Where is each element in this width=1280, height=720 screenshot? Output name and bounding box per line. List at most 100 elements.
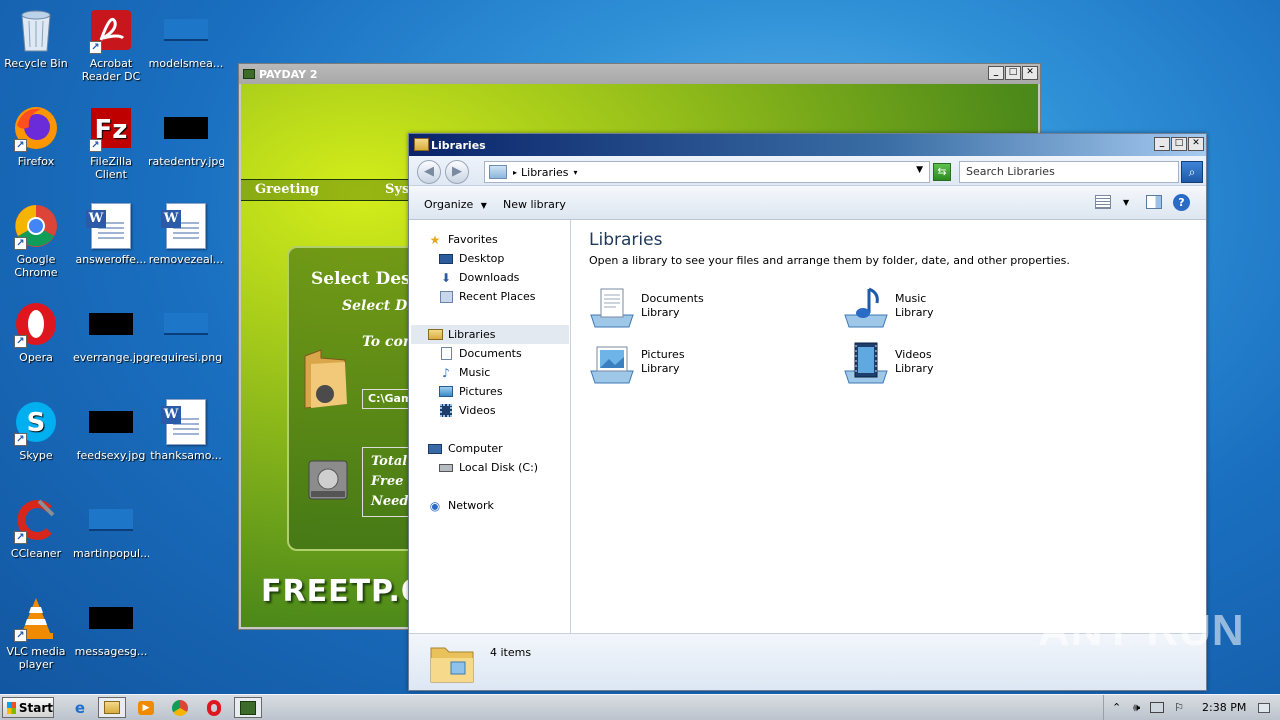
breadcrumb-arrow-icon: ▸ xyxy=(513,167,518,177)
desktop-icon-chrome[interactable]: ↗ Google Chrome xyxy=(0,202,74,279)
desktop-icon-ccleaner[interactable]: ↗ CCleaner xyxy=(0,496,74,560)
taskbar: Start e ▶ ⌃ 🕪 ⚐ 2:38 PM xyxy=(0,694,1280,720)
opera-icon: ↗ xyxy=(12,300,60,348)
taskbar-explorer-icon[interactable] xyxy=(98,697,126,718)
clock[interactable]: 2:38 PM xyxy=(1202,701,1246,714)
taskbar-opera-icon[interactable] xyxy=(200,697,228,718)
desktop-icon-feedsexy[interactable]: feedsexy.jpg xyxy=(73,398,149,462)
library-music[interactable]: Music Library xyxy=(843,284,1073,328)
library-type: Library xyxy=(895,362,934,375)
nav-favorites[interactable]: ★ Favorites xyxy=(427,230,585,249)
view-dropdown-icon[interactable]: ▼ xyxy=(1123,198,1129,207)
downloads-icon: ⬇ xyxy=(440,270,452,285)
navigation-pane: ★ Favorites Desktop ⬇ Downloads Recent Pla… xyxy=(411,220,571,634)
nav-libraries[interactable]: Libraries xyxy=(411,325,569,344)
library-name: Videos xyxy=(895,348,932,361)
command-bar: Organize ▼ New library ▼ ? xyxy=(409,186,1206,220)
desktop-icon-acrobat[interactable]: ↗ Acrobat Reader DC xyxy=(73,6,149,83)
taskbar-payday-icon[interactable] xyxy=(234,697,262,718)
show-desktop-button[interactable] xyxy=(1258,702,1271,713)
library-videos[interactable]: Videos Library xyxy=(843,340,1073,384)
blank-file-icon xyxy=(87,496,135,544)
desktop-icon-requiresi[interactable]: requiresi.png xyxy=(148,300,224,364)
search-icon[interactable]: ⌕ xyxy=(1181,161,1203,183)
explorer-title-bar[interactable]: Libraries _ □ ✕ xyxy=(409,134,1206,156)
desktop-icon-martinpopul[interactable]: martinpopul... xyxy=(73,496,149,560)
desktop-icon-everrange[interactable]: everrange.jpg xyxy=(73,300,149,364)
taskbar-media-player-icon[interactable]: ▶ xyxy=(132,697,160,718)
blank-file-icon xyxy=(162,300,210,348)
desktop-icon-answeroffe[interactable]: W answeroffe... xyxy=(73,202,149,266)
taskbar-ie-icon[interactable]: e xyxy=(66,697,94,718)
address-bar[interactable]: ▸ Libraries ▾ ▼ xyxy=(484,161,930,183)
documents-icon xyxy=(438,347,454,361)
desktop-icon-opera[interactable]: ↗ Opera xyxy=(0,300,74,364)
desktop-icon-recycle-bin[interactable]: Recycle Bin xyxy=(0,6,74,70)
library-name: Pictures xyxy=(641,348,685,361)
desktop-icon-thanksamo[interactable]: W thanksamo... xyxy=(148,398,224,462)
preview-pane-icon[interactable] xyxy=(1146,195,1162,209)
view-options-icon[interactable] xyxy=(1095,195,1111,209)
nav-network[interactable]: ◉ Network xyxy=(427,496,585,515)
windows-logo-icon xyxy=(7,701,16,714)
organize-button[interactable]: Organize ▼ xyxy=(424,198,487,211)
star-icon: ★ xyxy=(429,232,441,247)
minimize-button[interactable]: _ xyxy=(988,66,1004,80)
image-thumb-icon xyxy=(87,594,135,642)
ccleaner-icon: ↗ xyxy=(12,496,60,544)
shortcut-arrow-icon: ↗ xyxy=(89,139,102,152)
payday-title: PAYDAY 2 xyxy=(259,67,318,81)
maximize-button[interactable]: □ xyxy=(1005,66,1021,80)
desktop-icon-skype[interactable]: S ↗ Skype xyxy=(0,398,74,462)
panel-line: To con xyxy=(362,334,414,350)
library-type: Library xyxy=(641,306,680,319)
details-libraries-icon xyxy=(429,640,475,684)
desktop-icon-vlc[interactable]: ↗ VLC media player xyxy=(0,594,74,671)
breadcrumb-dropdown-icon[interactable]: ▾ xyxy=(574,168,578,177)
libraries-icon xyxy=(489,165,507,179)
volume-icon[interactable]: 🕪 xyxy=(1133,701,1140,715)
desktop-icon-filezilla[interactable]: Fz ↗ FileZilla Client xyxy=(73,104,149,181)
desktop-icon-messagesg[interactable]: messagesg... xyxy=(73,594,149,658)
desktop-icon-removezeal[interactable]: W removezeal... xyxy=(148,202,224,266)
desktop-icon-firefox[interactable]: ↗ Firefox xyxy=(0,104,74,168)
forward-button[interactable]: ▶ xyxy=(445,160,469,184)
taskbar-chrome-icon[interactable] xyxy=(166,697,194,718)
pictures-icon xyxy=(438,385,454,399)
minimize-button[interactable]: _ xyxy=(1154,137,1170,151)
address-history-dropdown-icon[interactable]: ▼ xyxy=(916,165,923,175)
search-input[interactable]: Search Libraries xyxy=(959,161,1179,183)
shortcut-arrow-icon: ↗ xyxy=(14,335,27,348)
payday-title-bar[interactable]: PAYDAY 2 _ □ ✕ xyxy=(239,64,1040,84)
desktop-icon-modelsmea[interactable]: modelsmea... xyxy=(148,6,224,70)
show-hidden-icons-icon[interactable]: ⌃ xyxy=(1112,701,1121,714)
library-documents[interactable]: Documents Library xyxy=(589,284,819,328)
close-button[interactable]: ✕ xyxy=(1022,66,1038,80)
desktop-icon-ratedentry[interactable]: ratedentry.jpg xyxy=(148,104,224,168)
videos-library-icon xyxy=(843,341,889,384)
documents-library-icon xyxy=(589,285,635,328)
breadcrumb-libraries[interactable]: Libraries xyxy=(521,166,569,179)
refresh-button[interactable]: ⇆ xyxy=(933,163,951,181)
panel-heading: Select Dest xyxy=(311,269,419,289)
shortcut-arrow-icon: ↗ xyxy=(14,629,27,642)
new-library-button[interactable]: New library xyxy=(503,198,566,211)
menu-system[interactable]: Sys xyxy=(385,182,409,197)
blank-file-icon xyxy=(162,6,210,54)
action-center-flag-icon[interactable]: ⚐ xyxy=(1174,701,1184,714)
shortcut-arrow-icon: ↗ xyxy=(14,139,27,152)
library-name: Music xyxy=(895,292,927,305)
back-button[interactable]: ◀ xyxy=(417,160,441,184)
item-count: 4 items xyxy=(490,646,532,659)
word-doc-icon: W xyxy=(86,202,135,250)
menu-greeting[interactable]: Greeting xyxy=(255,182,319,197)
network-tray-icon[interactable] xyxy=(1150,702,1165,713)
start-button[interactable]: Start xyxy=(2,697,54,718)
recycle-bin-icon xyxy=(12,6,60,54)
close-button[interactable]: ✕ xyxy=(1188,137,1204,151)
help-icon[interactable]: ? xyxy=(1173,194,1190,211)
maximize-button[interactable]: □ xyxy=(1171,137,1187,151)
image-thumb-icon xyxy=(87,398,135,446)
library-pictures[interactable]: Pictures Library xyxy=(589,340,819,384)
nav-computer[interactable]: Computer xyxy=(427,439,585,458)
